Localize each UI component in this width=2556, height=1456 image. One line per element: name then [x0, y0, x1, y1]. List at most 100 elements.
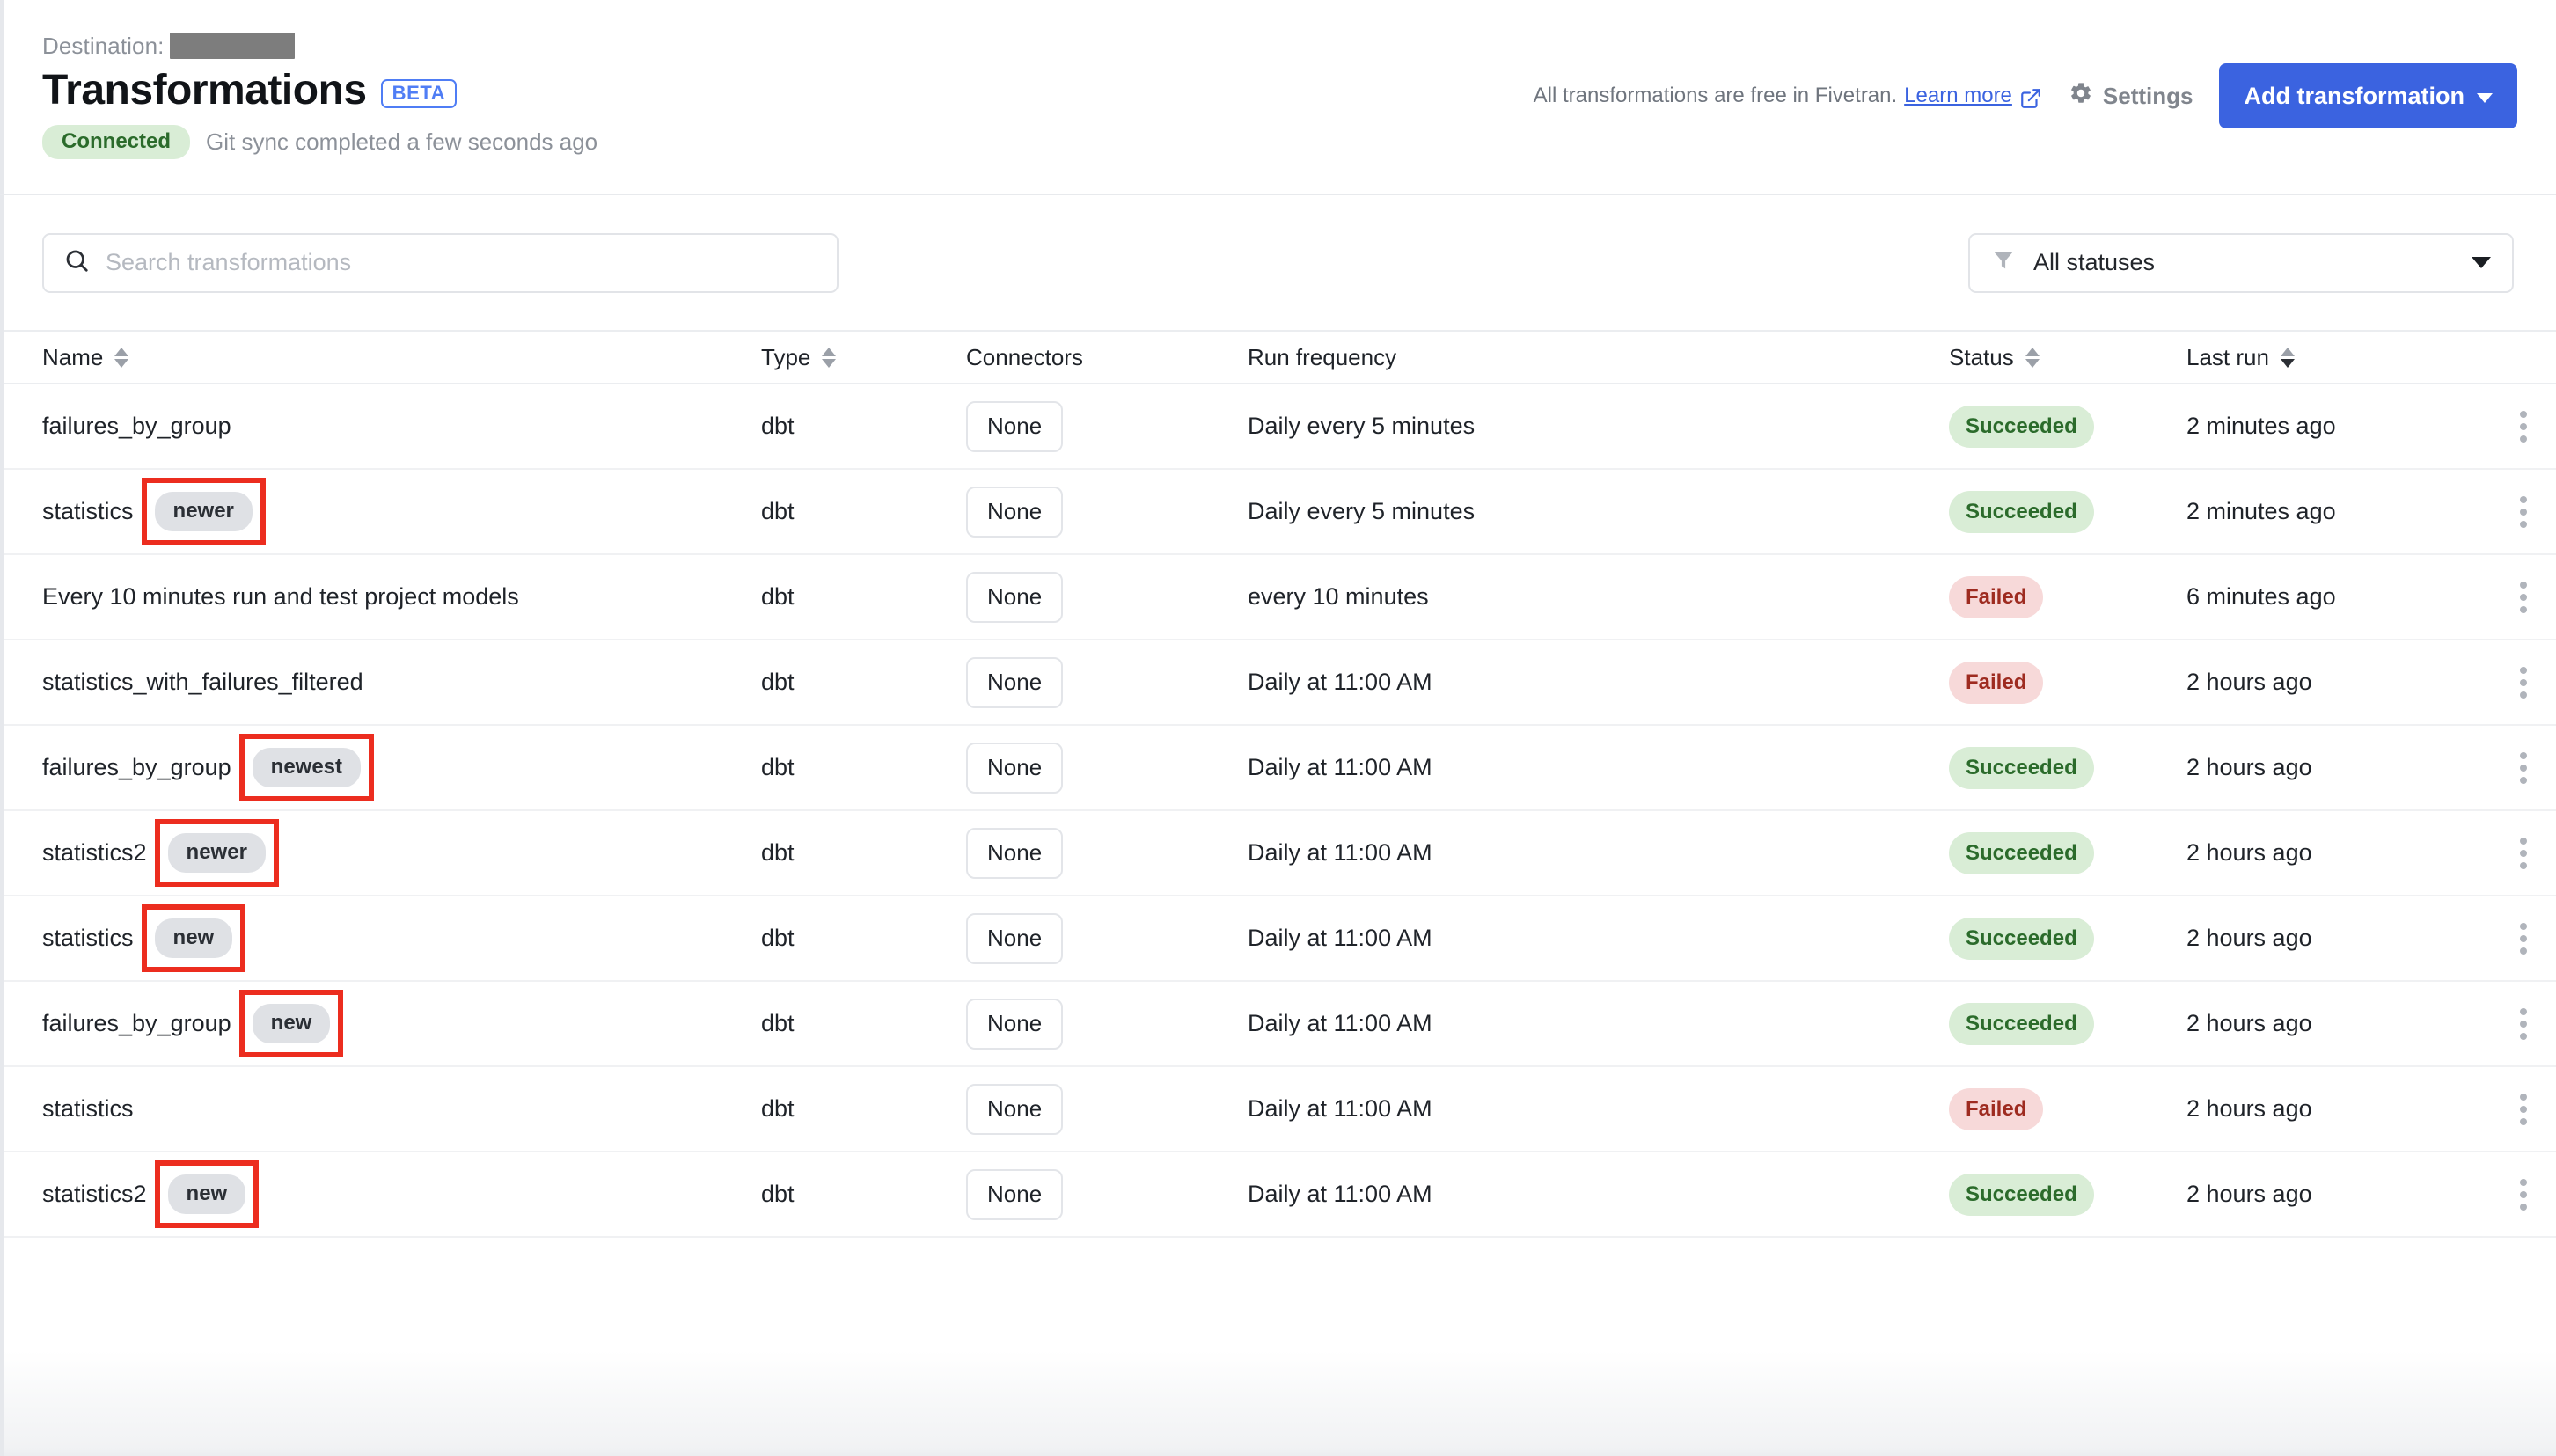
cell-status: Succeeded [1949, 490, 2186, 533]
cell-name: failures_by_group newest [42, 734, 761, 801]
sort-icon[interactable] [822, 347, 837, 368]
settings-label: Settings [2102, 82, 2193, 109]
learn-more-link[interactable]: Learn more [1904, 84, 2012, 108]
bottom-fade [4, 1350, 2556, 1456]
connectors-pill[interactable]: None [966, 827, 1064, 879]
table-row[interactable]: failures_by_group dbt None Daily every 5 mi… [0, 384, 2556, 470]
transformation-tag-badge: new [167, 1174, 246, 1214]
status-badge: Failed [1949, 575, 2044, 618]
table-row[interactable]: failures_by_group newest dbt None Daily at 1… [0, 726, 2556, 811]
title-row: Transformations BETA [42, 68, 597, 113]
cell-type: dbt [761, 413, 795, 439]
name-badge-wrapper: new [141, 904, 246, 972]
settings-button[interactable]: Settings [2069, 81, 2193, 112]
transformations-page: Destination: Transformations BETA Connec… [0, 0, 2556, 1456]
kebab-menu-icon[interactable] [2513, 830, 2534, 876]
connectors-pill[interactable]: None [966, 1083, 1064, 1135]
cell-status: Succeeded [1949, 1002, 2186, 1045]
kebab-menu-icon[interactable] [2513, 745, 2534, 791]
page-left-border [0, 0, 4, 1456]
connectors-pill[interactable]: None [966, 742, 1064, 794]
status-badge: Succeeded [1949, 1173, 2094, 1216]
cell-connectors: None [966, 1168, 1248, 1220]
cell-connectors: None [966, 656, 1248, 708]
column-header-status[interactable]: Status [1949, 344, 2186, 371]
search-icon [63, 247, 90, 278]
column-header-name[interactable]: Name [42, 344, 761, 371]
gear-icon [2069, 81, 2093, 112]
sort-icon[interactable] [2025, 347, 2040, 368]
filter-icon [1991, 248, 2016, 277]
table-row[interactable]: statistics_with_failures_filtered dbt None… [0, 640, 2556, 726]
search-box[interactable] [42, 232, 839, 293]
table-row[interactable]: statistics2 new dbt None Daily at 11:00 AM Su… [0, 1152, 2556, 1238]
table-row[interactable]: failures_by_group new dbt None Daily at 11:0… [0, 982, 2556, 1067]
cell-actions [2490, 489, 2556, 535]
cell-last-run: 2 hours ago [2186, 754, 2312, 780]
git-sync-message: Git sync completed a few seconds ago [206, 128, 598, 156]
kebab-menu-icon[interactable] [2513, 574, 2534, 620]
transformation-name: statistics [42, 925, 134, 951]
kebab-menu-icon[interactable] [2513, 1087, 2534, 1132]
connectors-pill[interactable]: None [966, 1168, 1064, 1220]
cell-run-frequency: Daily at 11:00 AM [1248, 925, 1432, 951]
column-header-run-frequency-label: Run frequency [1248, 343, 1397, 370]
status-badge: Succeeded [1949, 1002, 2094, 1045]
table-row[interactable]: statistics new dbt None Daily at 11:00 AM Suc… [0, 896, 2556, 982]
cell-actions [2490, 1001, 2556, 1047]
table-row[interactable]: statistics dbt None Daily at 11:00 AM Failed… [0, 1067, 2556, 1152]
cell-type: dbt [761, 669, 795, 695]
connectors-pill[interactable]: None [966, 486, 1064, 538]
header-left-group: Destination: Transformations BETA Connec… [42, 23, 598, 160]
connectors-pill[interactable]: None [966, 656, 1064, 708]
cell-actions [2490, 1172, 2556, 1218]
transformation-name: Every 10 minutes run and test project mo… [42, 583, 519, 610]
add-transformation-button[interactable]: Add transformation [2219, 63, 2517, 128]
kebab-menu-icon[interactable] [2513, 1001, 2534, 1047]
column-header-type-label: Type [761, 343, 811, 370]
status-badge: Succeeded [1949, 831, 2094, 874]
search-input[interactable] [106, 249, 817, 276]
table-row[interactable]: Every 10 minutes run and test project mo… [0, 555, 2556, 640]
cell-name: statistics [42, 1095, 761, 1123]
kebab-menu-icon[interactable] [2513, 660, 2534, 706]
cell-name: failures_by_group new [42, 990, 761, 1057]
cell-actions [2490, 404, 2556, 450]
sort-icon[interactable] [114, 347, 129, 368]
kebab-menu-icon[interactable] [2513, 489, 2534, 535]
cell-run-frequency: Daily at 11:00 AM [1248, 1010, 1432, 1036]
cell-status: Succeeded [1949, 405, 2186, 448]
column-header-status-label: Status [1949, 343, 2014, 370]
table-row[interactable]: statistics2 newer dbt None Daily at 11:00 AM… [0, 811, 2556, 896]
free-transformations-note: All transformations are free in Fivetran… [1534, 84, 2042, 108]
kebab-menu-icon[interactable] [2513, 1172, 2534, 1218]
cell-type: dbt [761, 754, 795, 780]
free-note-text: All transformations are free in Fivetran… [1533, 84, 1898, 107]
status-filter-dropdown[interactable]: All statuses [1968, 232, 2514, 293]
connectors-pill[interactable]: None [966, 912, 1064, 964]
header-actions-group: All transformations are free in Fivetran… [1534, 23, 2517, 128]
cell-run-frequency: Daily every 5 minutes [1248, 413, 1476, 439]
transformation-tag-badge: new [154, 918, 233, 958]
cell-run-frequency: Daily at 11:00 AM [1248, 754, 1432, 780]
cell-actions [2490, 916, 2556, 962]
kebab-menu-icon[interactable] [2513, 916, 2534, 962]
connectors-pill[interactable]: None [966, 571, 1064, 623]
cell-connectors: None [966, 1083, 1248, 1135]
external-link-icon[interactable] [2019, 87, 2042, 110]
cell-actions [2490, 745, 2556, 791]
connectors-pill[interactable]: None [966, 998, 1064, 1050]
kebab-menu-icon[interactable] [2513, 404, 2534, 450]
connectors-pill[interactable]: None [966, 400, 1064, 452]
table-row[interactable]: statistics newer dbt None Daily every 5 minu… [0, 470, 2556, 555]
column-header-last-run[interactable]: Last run [2186, 344, 2490, 371]
cell-run-frequency: Daily at 11:00 AM [1248, 1181, 1432, 1207]
column-header-type[interactable]: Type [761, 344, 966, 371]
destination-row: Destination: [42, 30, 597, 62]
sort-icon-active[interactable] [2280, 347, 2295, 368]
column-header-last-run-label: Last run [2186, 343, 2269, 370]
name-badge-wrapper: newest [238, 734, 375, 801]
cell-last-run: 2 hours ago [2186, 669, 2312, 695]
beta-badge: BETA [380, 78, 458, 108]
cell-name: statistics newer [42, 478, 761, 545]
